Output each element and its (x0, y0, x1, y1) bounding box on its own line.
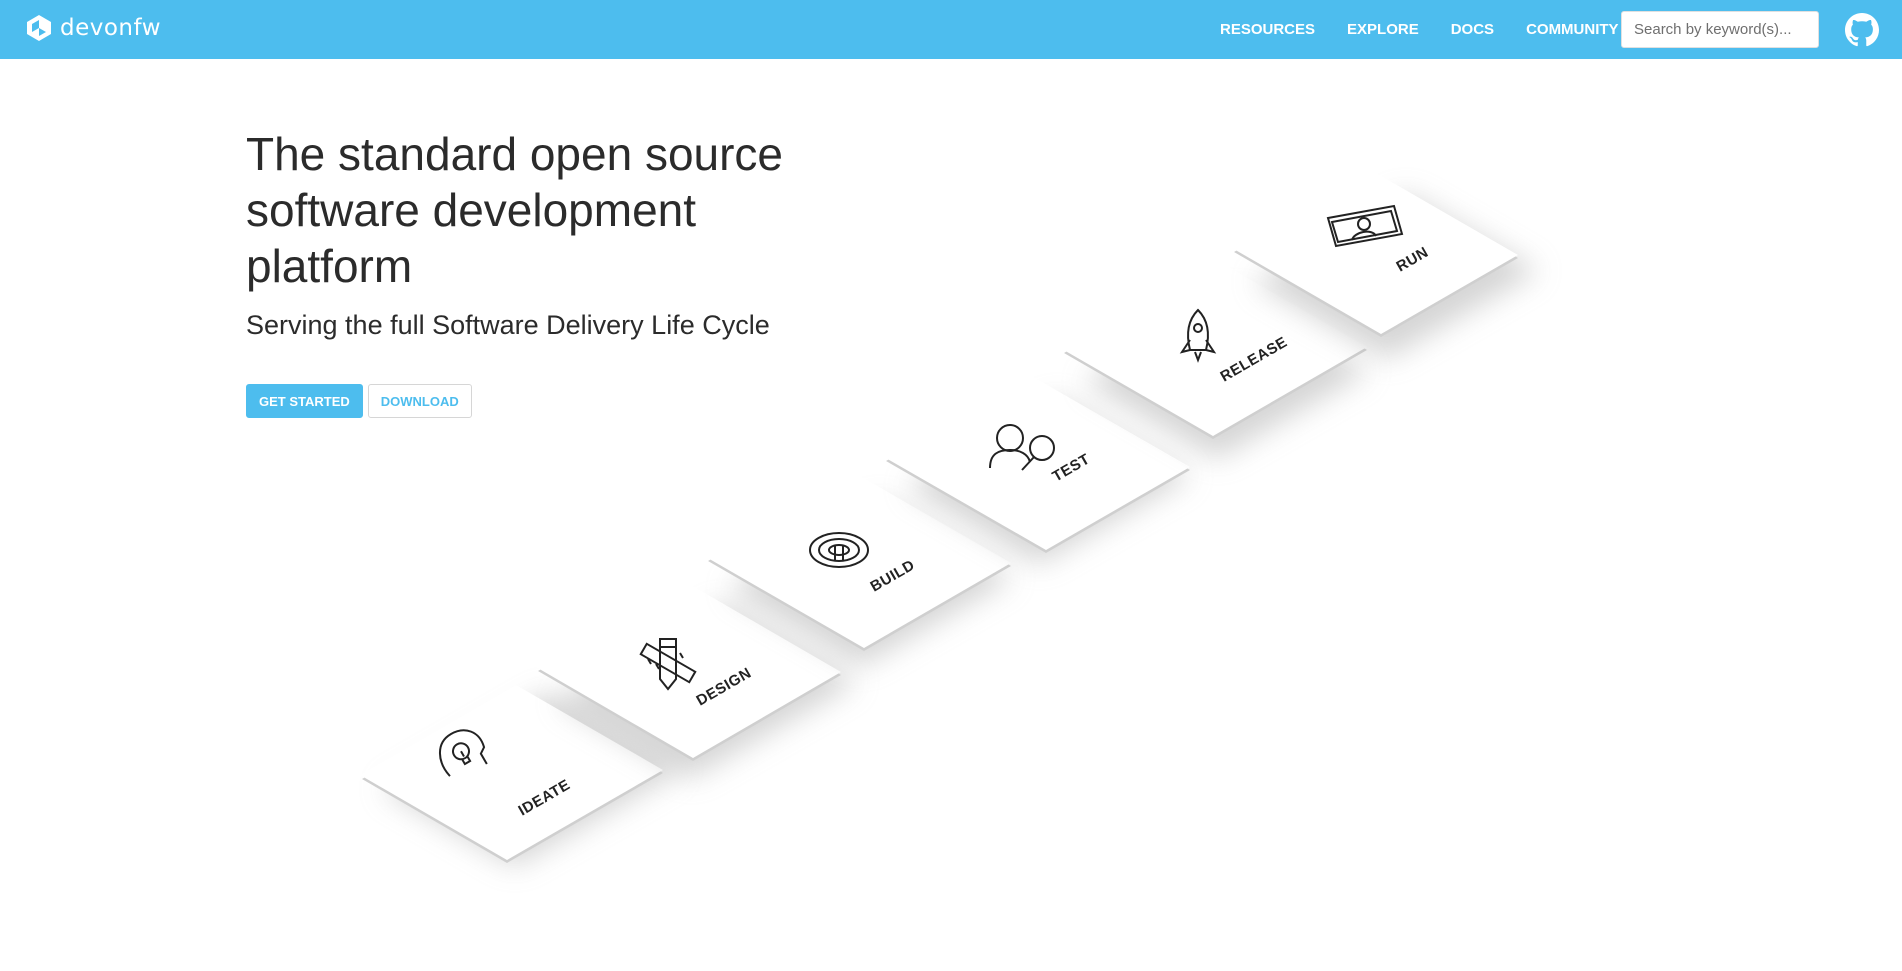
nav-link-resources[interactable]: RESOURCES (1220, 21, 1315, 38)
nav-link-community[interactable]: COMMUNITY (1526, 21, 1619, 38)
github-icon[interactable] (1845, 13, 1879, 47)
sdlc-steps: IDEATE DESIGN BUILD TEST RELEASE RUN (360, 169, 1539, 866)
brand[interactable]: devonfw (24, 13, 161, 43)
navbar: devonfw RESOURCES EXPLORE DOCS COMMUNITY (0, 0, 1902, 59)
search-input[interactable] (1621, 11, 1819, 48)
nav-link-docs[interactable]: DOCS (1451, 21, 1494, 38)
nav-link-explore[interactable]: EXPLORE (1347, 21, 1419, 38)
brand-name: devonfw (60, 15, 162, 41)
nav-links: RESOURCES EXPLORE DOCS COMMUNITY (1220, 0, 1651, 59)
devonfw-logo-icon (27, 15, 51, 41)
